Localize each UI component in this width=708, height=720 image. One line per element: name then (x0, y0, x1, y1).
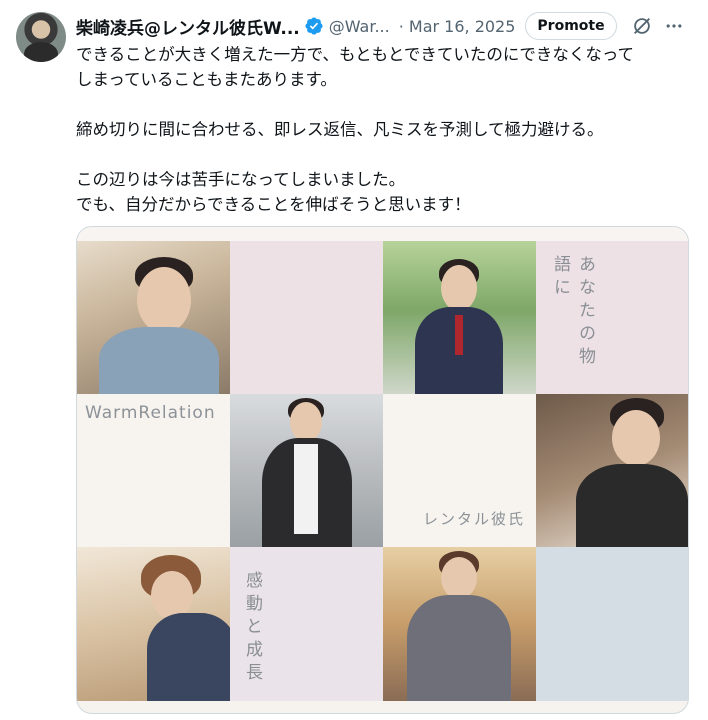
lavender-panel-text: 感動と成長 (230, 547, 383, 701)
bluegray-panel (536, 547, 688, 701)
tweet-header: 柴崎凌兵@レンタル彼氏W... @War... · Mar 16, 2025 P… (76, 12, 692, 40)
rental-boyfriend-label: レンタル彼氏 (423, 510, 526, 528)
grok-icon[interactable] (631, 15, 653, 37)
pink-panel (230, 241, 383, 394)
photo-smiling-man (77, 241, 230, 394)
author-name[interactable]: 柴崎凌兵@レンタル彼氏W... (76, 14, 300, 39)
verified-badge-icon (305, 17, 323, 35)
brand-panel: WarmRelation (77, 394, 230, 547)
vertical-text-1: あなたの物語に (550, 255, 595, 370)
tweet-line: この辺りは今は苦手になってしまいました。 (76, 170, 406, 189)
tweet-date[interactable]: · Mar 16, 2025 (399, 17, 516, 36)
tweet-line: 締め切りに間に合わせる、即レス返信、凡ミスを予測して極力避ける。 (76, 120, 604, 139)
photo-cafe-man (536, 394, 688, 547)
brand-text: WarmRelation (85, 403, 216, 423)
promote-button[interactable]: Promote (525, 12, 617, 40)
photo-glasses-man (230, 394, 383, 547)
photo-sweater-man (383, 547, 536, 701)
photo-suit-man (383, 241, 536, 394)
more-icon[interactable] (663, 15, 685, 37)
tweet-line: できることが大きく増えた一方で、もともとできていたのにできなくなって (76, 45, 635, 64)
rental-label-panel: レンタル彼氏 (383, 394, 536, 547)
photo-writing-man (77, 547, 230, 701)
tweet-line: でも、自分だからできることを伸ばそうと思います！ (76, 195, 471, 214)
tweet-media-image[interactable]: あなたの物語に WarmRelation レンタル彼氏 感動と成長 (76, 226, 689, 714)
vertical-text-2: 感動と成長 (242, 571, 262, 686)
tweet-text: できることが大きく増えた一方で、もともとできていたのにできなくなって しまってい… (76, 42, 696, 217)
pink-panel-text: あなたの物語に (536, 241, 688, 394)
author-handle[interactable]: @War... (329, 17, 390, 36)
tweet-line: しまっていることもまたあります。 (76, 70, 337, 89)
avatar[interactable] (16, 12, 66, 62)
